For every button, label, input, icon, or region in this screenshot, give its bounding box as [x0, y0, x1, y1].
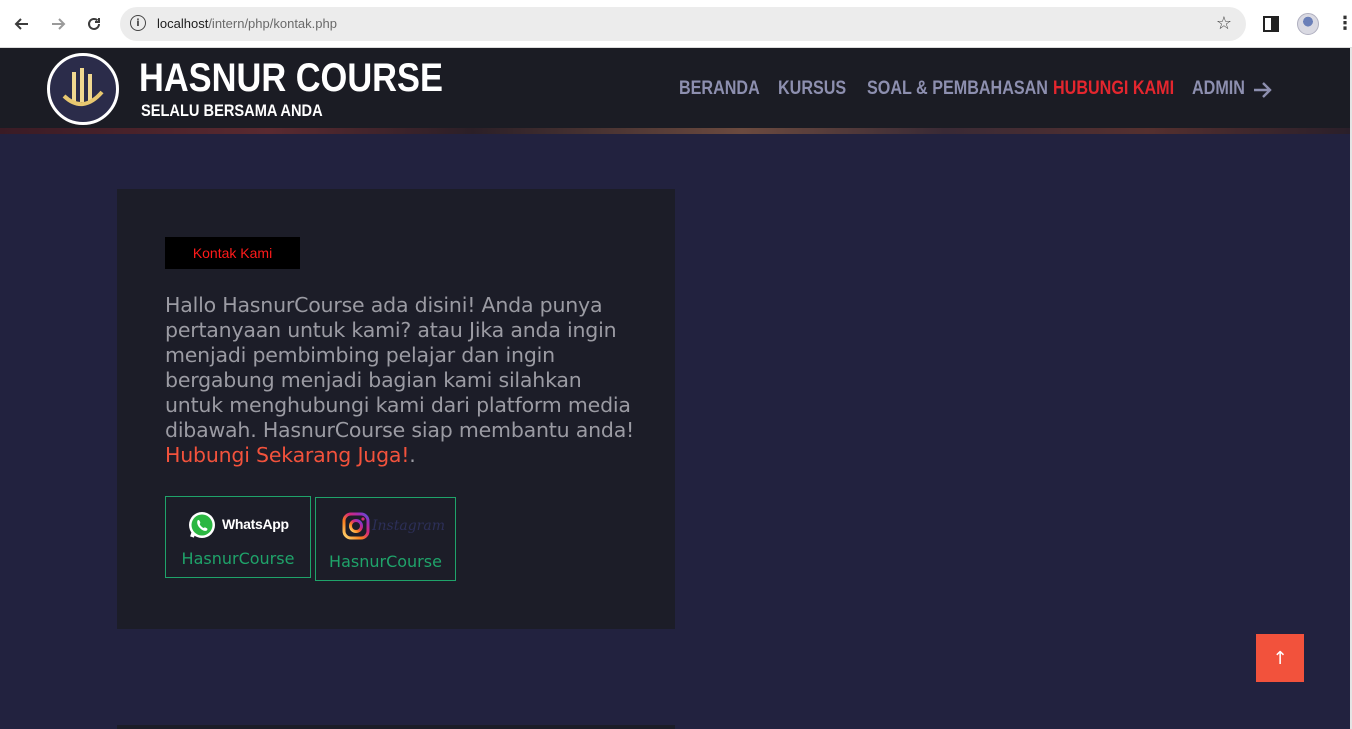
nav-kursus[interactable]: KURSUS	[778, 78, 846, 100]
contact-cta-highlight: Hubungi Sekarang Juga!	[165, 443, 410, 467]
contact-description: Hallo HasnurCourse ada disini! Anda puny…	[165, 293, 635, 467]
site-info-icon[interactable]: i	[130, 15, 146, 31]
arrow-right-icon[interactable]	[1252, 80, 1274, 100]
back-arrow-icon[interactable]	[10, 12, 34, 36]
contact-card: Kontak Kami Hallo HasnurCourse ada disin…	[117, 189, 675, 629]
instagram-icon	[342, 512, 370, 540]
contact-badge: Kontak Kami	[165, 237, 300, 269]
instagram-wordmark: Instagram	[372, 518, 445, 534]
next-card-edge	[117, 725, 675, 729]
side-panel-icon[interactable]	[1263, 16, 1279, 32]
profile-avatar[interactable]	[1297, 13, 1319, 35]
site-logo[interactable]	[47, 53, 119, 125]
brand-title[interactable]: HASNUR COURSE	[139, 56, 443, 101]
header-image-strip	[0, 128, 1350, 134]
instagram-handle[interactable]: HasnurCourse	[316, 552, 455, 571]
forward-arrow-icon[interactable]	[46, 12, 70, 36]
nav-hubungi-kami[interactable]: HUBUNGI KAMI	[1053, 78, 1174, 100]
browser-toolbar: i localhost/intern/php/kontak.php ☆ ⋮	[0, 0, 1352, 48]
reload-icon[interactable]	[82, 12, 106, 36]
address-url[interactable]: localhost/intern/php/kontak.php	[157, 16, 337, 31]
browser-menu-icon[interactable]: ⋮	[1336, 12, 1352, 36]
nav-beranda[interactable]: BERANDA	[679, 78, 760, 100]
arrow-up-icon: ↑	[1272, 647, 1288, 669]
instagram-button[interactable]: Instagram HasnurCourse	[315, 497, 456, 581]
nav-admin[interactable]: ADMIN	[1192, 78, 1245, 100]
back-to-top-button[interactable]: ↑	[1256, 634, 1304, 682]
brand-subtitle: SELALU BERSAMA ANDA	[141, 101, 323, 120]
whatsapp-handle[interactable]: HasnurCourse	[166, 549, 310, 568]
address-bar[interactable]: i localhost/intern/php/kontak.php ☆	[120, 7, 1246, 41]
bookmark-star-icon[interactable]: ☆	[1216, 13, 1232, 34]
whatsapp-icon	[189, 512, 215, 538]
whatsapp-button[interactable]: WhatsApp HasnurCourse	[165, 496, 311, 578]
whatsapp-wordmark: WhatsApp	[222, 516, 289, 532]
nav-soal-pembahasan[interactable]: SOAL & PEMBAHASAN	[867, 78, 1048, 100]
